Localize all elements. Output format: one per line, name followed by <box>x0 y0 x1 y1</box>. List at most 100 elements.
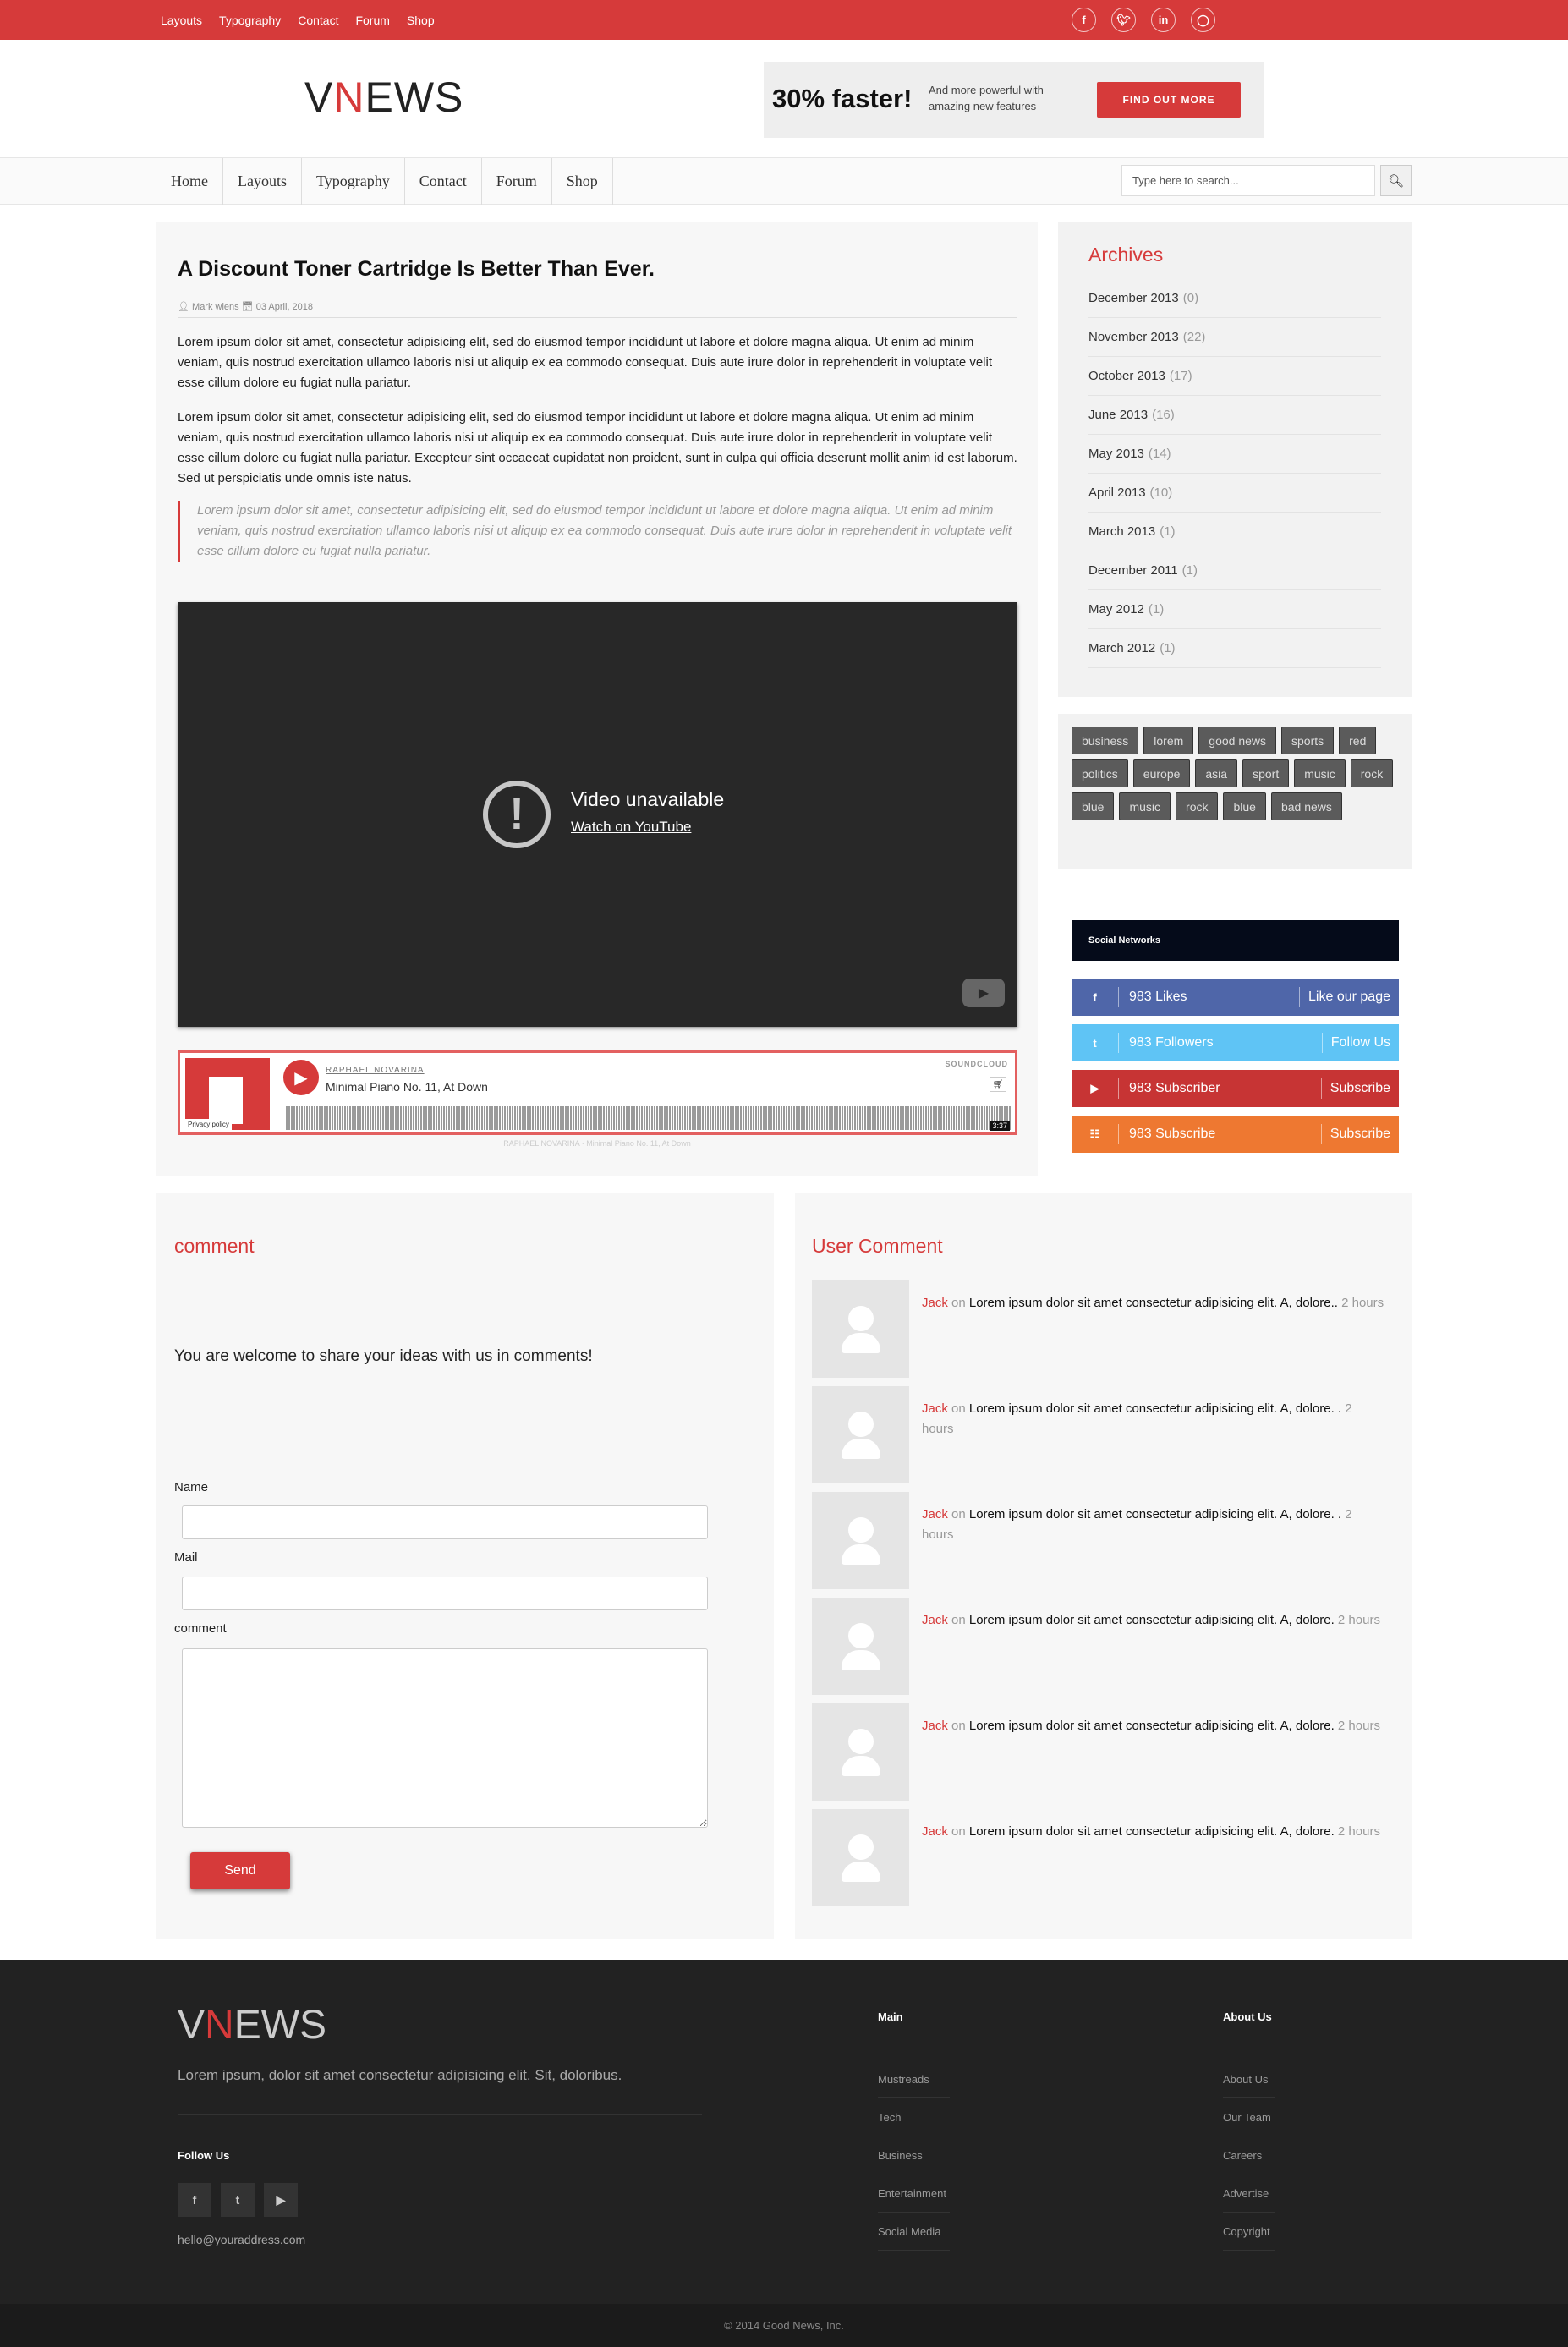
nav-item-home[interactable]: Home <box>156 158 223 205</box>
archive-item[interactable]: November 2013 (22) <box>1088 318 1381 357</box>
footer-link[interactable]: Tech <box>878 2098 950 2136</box>
top-link-forum[interactable]: Forum <box>355 14 389 27</box>
privacy-policy-link[interactable]: Privacy policy <box>185 1119 232 1130</box>
site-logo[interactable]: VNEWS <box>304 73 463 122</box>
archive-label[interactable]: April 2013 <box>1088 485 1146 500</box>
comment-message[interactable]: Lorem ipsum dolor sit amet consectetur a… <box>969 1719 1335 1733</box>
tag[interactable]: bad news <box>1270 792 1342 820</box>
comment-message[interactable]: Lorem ipsum dolor sit amet consectetur a… <box>969 1613 1335 1627</box>
follow-us-button[interactable]: Follow Us <box>1321 1033 1399 1053</box>
nav-item-contact[interactable]: Contact <box>405 158 482 205</box>
instagram-icon[interactable]: ◯ <box>1191 8 1215 32</box>
comment-message[interactable]: Lorem ipsum dolor sit amet consectetur a… <box>969 1401 1341 1416</box>
footer-link[interactable]: Entertainment <box>878 2174 950 2213</box>
comment-author[interactable]: Jack <box>922 1296 948 1310</box>
footer-link[interactable]: Business <box>878 2136 950 2174</box>
youtube-row[interactable]: ▶ 983 Subscriber Subscribe <box>1072 1070 1399 1107</box>
facebook-icon[interactable]: f <box>178 2183 211 2217</box>
comment-author[interactable]: Jack <box>922 1507 948 1522</box>
search-input[interactable] <box>1121 165 1375 196</box>
play-button[interactable]: ▶ <box>283 1060 319 1095</box>
watch-on-youtube-link[interactable]: Watch on YouTube <box>571 819 691 836</box>
like-our-page-button[interactable]: Like our page <box>1299 987 1399 1007</box>
twitter-icon[interactable]: t <box>221 2183 255 2217</box>
tag[interactable]: blue <box>1072 792 1115 820</box>
archive-item[interactable]: May 2012 (1) <box>1088 590 1381 629</box>
soundcloud-logo[interactable]: SOUNDCLOUD <box>946 1060 1009 1068</box>
twitter-row[interactable]: t 983 Followers Follow Us <box>1072 1024 1399 1061</box>
subscribe-button[interactable]: Subscribe <box>1320 1078 1399 1099</box>
archive-item[interactable]: March 2013 (1) <box>1088 513 1381 551</box>
footer-logo[interactable]: VNEWS <box>178 2002 326 2048</box>
archive-item[interactable]: June 2013 (16) <box>1088 396 1381 435</box>
footer-email[interactable]: hello@youraddress.com <box>178 2233 305 2246</box>
archive-label[interactable]: May 2013 <box>1088 447 1144 461</box>
archive-label[interactable]: May 2012 <box>1088 602 1144 617</box>
footer-link[interactable]: Mustreads <box>878 2060 950 2098</box>
archive-item[interactable]: December 2013 (0) <box>1088 279 1381 318</box>
top-link-shop[interactable]: Shop <box>407 14 435 27</box>
archive-label[interactable]: March 2013 <box>1088 524 1155 539</box>
footer-link[interactable]: Our Team <box>1223 2098 1275 2136</box>
tag[interactable]: asia <box>1195 759 1238 787</box>
footer-link[interactable]: Social Media <box>878 2213 950 2251</box>
tag[interactable]: good news <box>1198 727 1276 754</box>
subscribe-button[interactable]: Subscribe <box>1320 1124 1399 1144</box>
name-field[interactable] <box>182 1505 708 1539</box>
archive-label[interactable]: October 2013 <box>1088 369 1165 383</box>
tag[interactable]: rock <box>1350 759 1394 787</box>
waveform[interactable] <box>286 1106 1012 1130</box>
audio-caption[interactable]: RAPHAEL NOVARINA · Minimal Piano No. 11,… <box>156 1139 1038 1148</box>
top-link-layouts[interactable]: Layouts <box>161 14 202 27</box>
article-title[interactable]: A Discount Toner Cartridge Is Better Tha… <box>178 257 655 282</box>
footer-link[interactable]: Copyright <box>1223 2213 1275 2251</box>
archive-label[interactable]: June 2013 <box>1088 408 1148 422</box>
nav-item-layouts[interactable]: Layouts <box>223 158 302 205</box>
comment-message[interactable]: Lorem ipsum dolor sit amet consectetur a… <box>969 1824 1335 1839</box>
nav-item-shop[interactable]: Shop <box>552 158 613 205</box>
archive-item[interactable]: October 2013 (17) <box>1088 357 1381 396</box>
track-artist[interactable]: RAPHAEL NOVARINA <box>326 1066 425 1075</box>
video-embed[interactable]: ! Video unavailable Watch on YouTube ▶ <box>178 602 1017 1027</box>
archive-label[interactable]: November 2013 <box>1088 330 1179 344</box>
tag[interactable]: music <box>1119 792 1171 820</box>
comment-message[interactable]: Lorem ipsum dolor sit amet consectetur a… <box>969 1507 1341 1522</box>
footer-link[interactable]: About Us <box>1223 2060 1275 2098</box>
twitter-icon[interactable]: 🐦︎ <box>1111 8 1136 32</box>
comment-message[interactable]: Lorem ipsum dolor sit amet consectetur a… <box>969 1296 1338 1310</box>
article-author[interactable]: Mark wiens <box>192 302 239 312</box>
archive-item[interactable]: May 2013 (14) <box>1088 435 1381 474</box>
archive-item[interactable]: April 2013 (10) <box>1088 474 1381 513</box>
comment-author[interactable]: Jack <box>922 1824 948 1839</box>
track-title[interactable]: Minimal Piano No. 11, At Down <box>326 1080 488 1094</box>
facebook-icon[interactable]: f <box>1072 8 1096 32</box>
tag[interactable]: europe <box>1132 759 1191 787</box>
tag[interactable]: business <box>1072 727 1139 754</box>
send-button[interactable]: Send <box>190 1852 290 1889</box>
archive-label[interactable]: March 2012 <box>1088 641 1155 655</box>
search-button[interactable]: 🔍︎ <box>1380 165 1412 196</box>
tag[interactable]: red <box>1339 727 1377 754</box>
rss-row[interactable]: ☷ 983 Subscribe Subscribe <box>1072 1116 1399 1153</box>
nav-item-typography[interactable]: Typography <box>302 158 405 205</box>
tag[interactable]: politics <box>1072 759 1128 787</box>
mail-field[interactable] <box>182 1577 708 1610</box>
cart-icon[interactable]: 🛒︎ <box>990 1077 1006 1092</box>
comment-author[interactable]: Jack <box>922 1719 948 1733</box>
archive-label[interactable]: December 2013 <box>1088 291 1179 305</box>
tag[interactable]: sport <box>1242 759 1290 787</box>
footer-link[interactable]: Advertise <box>1223 2174 1275 2213</box>
tag[interactable]: rock <box>1176 792 1219 820</box>
linkedin-icon[interactable]: in <box>1151 8 1176 32</box>
facebook-row[interactable]: f 983 Likes Like our page <box>1072 979 1399 1016</box>
comment-textarea[interactable] <box>182 1648 708 1828</box>
top-link-contact[interactable]: Contact <box>298 14 338 27</box>
header-ad-banner[interactable]: 30% faster! And more powerful with amazi… <box>764 62 1264 138</box>
footer-link[interactable]: Careers <box>1223 2136 1275 2174</box>
youtube-icon[interactable]: ▶ <box>264 2183 298 2217</box>
top-link-typography[interactable]: Typography <box>219 14 281 27</box>
find-out-more-button[interactable]: FIND OUT MORE <box>1097 82 1241 118</box>
tag[interactable]: music <box>1294 759 1346 787</box>
comment-author[interactable]: Jack <box>922 1613 948 1627</box>
archive-label[interactable]: December 2011 <box>1088 563 1178 578</box>
